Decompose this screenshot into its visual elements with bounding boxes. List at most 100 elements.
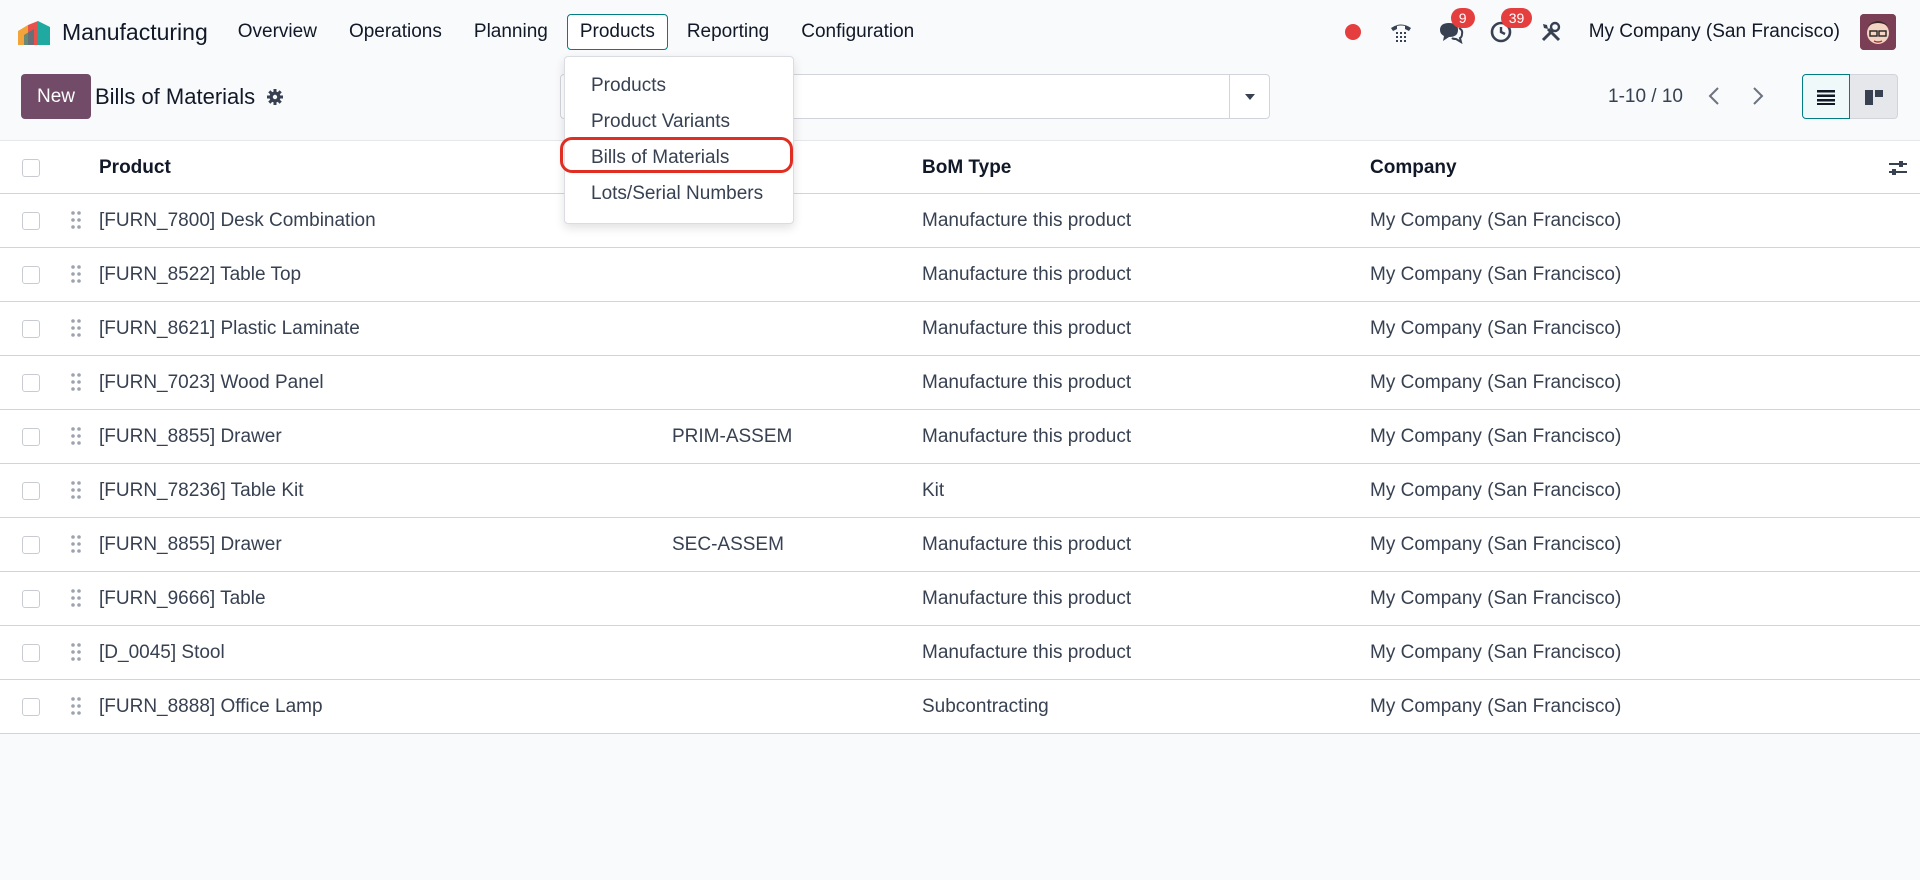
drag-handle-icon[interactable]	[70, 696, 82, 716]
chevron-left-icon	[1708, 87, 1719, 105]
messages-badge: 9	[1450, 8, 1475, 28]
table-row[interactable]: [FURN_8888] Office Lamp Subcontracting My …	[0, 680, 1920, 734]
company-switcher[interactable]: My Company (San Francisco)	[1589, 21, 1840, 43]
bom-list-table: Product BoM Type Company [FURN_7800] Des…	[0, 140, 1920, 734]
row-checkbox[interactable]	[22, 482, 40, 500]
control-panel: New Bills of Materials 1-10 / 10	[0, 64, 1920, 140]
row-checkbox[interactable]	[22, 212, 40, 230]
pager-next[interactable]	[1744, 82, 1772, 110]
cell-bom-type: Manufacture this product	[922, 372, 1132, 393]
cell-bom-type: Manufacture this product	[922, 210, 1132, 231]
cell-bom-type: Manufacture this product	[922, 534, 1132, 555]
row-checkbox[interactable]	[22, 536, 40, 554]
drag-handle-icon[interactable]	[70, 210, 82, 230]
cell-product: [FURN_8888] Office Lamp	[99, 696, 323, 717]
drag-handle-icon[interactable]	[70, 372, 82, 392]
manufacturing-logo-icon	[18, 21, 50, 45]
row-checkbox[interactable]	[22, 320, 40, 338]
app-brand[interactable]: Manufacturing	[16, 17, 208, 47]
cell-product: [FURN_8522] Table Top	[99, 264, 302, 285]
highlight-annotation	[560, 137, 793, 173]
drag-handle-icon[interactable]	[70, 426, 82, 446]
cell-bom-type: Manufacture this product	[922, 264, 1132, 285]
column-header-company[interactable]: Company	[1370, 157, 1457, 179]
cell-reference: PRIM-ASSEM	[672, 426, 793, 447]
menu-products[interactable]: Products	[566, 14, 668, 50]
cell-product: [FURN_8855] Drawer	[99, 426, 282, 447]
cell-bom-type: Subcontracting	[922, 696, 1049, 717]
table-row[interactable]: [FURN_8621] Plastic Laminate Manufacture …	[0, 302, 1920, 356]
kanban-view-button[interactable]	[1850, 74, 1898, 119]
dropdown-item-products[interactable]: Products	[591, 75, 666, 97]
table-header: Product BoM Type Company	[0, 140, 1920, 194]
cell-company: My Company (San Francisco)	[1370, 264, 1622, 285]
menu-operations[interactable]: Operations	[336, 14, 455, 50]
new-button[interactable]: New	[21, 74, 91, 119]
column-header-bom-type[interactable]: BoM Type	[922, 157, 1011, 179]
navbar-systray: 9 39 My Company (San Francisco)	[1344, 0, 1920, 64]
main-menu: Overview Operations Planning Products Re…	[222, 14, 931, 50]
table-row[interactable]: [FURN_7800] Desk Combination Manufacture …	[0, 194, 1920, 248]
cell-company: My Company (San Francisco)	[1370, 534, 1622, 555]
record-dot-icon[interactable]	[1344, 24, 1361, 40]
clock-icon[interactable]: 39	[1485, 8, 1533, 48]
row-checkbox[interactable]	[22, 644, 40, 662]
menu-planning[interactable]: Planning	[461, 14, 561, 50]
pager-previous[interactable]	[1700, 82, 1728, 110]
row-checkbox[interactable]	[22, 590, 40, 608]
menu-reporting[interactable]: Reporting	[674, 14, 782, 50]
column-header-product[interactable]: Product	[99, 157, 171, 179]
cell-bom-type: Manufacture this product	[922, 642, 1132, 663]
cell-product: [FURN_8621] Plastic Laminate	[99, 318, 360, 339]
table-row[interactable]: [FURN_8855] Drawer SEC-ASSEM Manufacture t…	[0, 518, 1920, 572]
row-checkbox[interactable]	[22, 266, 40, 284]
drag-handle-icon[interactable]	[70, 480, 82, 500]
menu-configuration[interactable]: Configuration	[788, 14, 927, 50]
page-title: Bills of Materials	[95, 84, 256, 109]
drag-handle-icon[interactable]	[70, 534, 82, 554]
list-view-button[interactable]	[1802, 74, 1850, 119]
drag-handle-icon[interactable]	[70, 318, 82, 338]
cell-company: My Company (San Francisco)	[1370, 210, 1622, 231]
cell-company: My Company (San Francisco)	[1370, 642, 1622, 663]
avatar[interactable]	[1860, 14, 1896, 50]
gear-icon[interactable]	[266, 88, 284, 106]
drag-handle-icon[interactable]	[70, 588, 82, 608]
menu-overview[interactable]: Overview	[225, 14, 330, 50]
table-row[interactable]: [D_0045] Stool Manufacture this product My…	[0, 626, 1920, 680]
pager-value[interactable]: 1-10 / 10	[1608, 86, 1683, 108]
column-settings-icon[interactable]	[1888, 159, 1908, 177]
dropdown-item-lots-serial-numbers[interactable]: Lots/Serial Numbers	[591, 183, 763, 205]
list-view-icon	[1817, 89, 1835, 105]
cell-company: My Company (San Francisco)	[1370, 426, 1622, 447]
select-all-checkbox[interactable]	[22, 159, 40, 177]
cell-company: My Company (San Francisco)	[1370, 588, 1622, 609]
tools-glyph-icon	[1541, 21, 1560, 42]
chat-icon[interactable]: 9	[1435, 8, 1475, 48]
cell-bom-type: Manufacture this product	[922, 318, 1132, 339]
table-row[interactable]: [FURN_9666] Table Manufacture this produc…	[0, 572, 1920, 626]
drag-handle-icon[interactable]	[70, 642, 82, 662]
table-row[interactable]: [FURN_8855] Drawer PRIM-ASSEM Manufacture …	[0, 410, 1920, 464]
search-options-toggle[interactable]	[1229, 75, 1269, 118]
row-checkbox[interactable]	[22, 428, 40, 446]
cell-bom-type: Manufacture this product	[922, 588, 1132, 609]
drag-handle-icon[interactable]	[70, 264, 82, 284]
tools-icon[interactable]	[1535, 16, 1567, 48]
app-name: Manufacturing	[62, 18, 208, 45]
dropdown-item-product-variants[interactable]: Product Variants	[591, 111, 730, 133]
cell-company: My Company (San Francisco)	[1370, 372, 1622, 393]
user-avatar-icon	[1860, 14, 1896, 50]
cell-reference: SEC-ASSEM	[672, 534, 784, 555]
cell-product: [FURN_78236] Table Kit	[99, 480, 304, 501]
table-row[interactable]: [FURN_78236] Table Kit Kit My Company (San…	[0, 464, 1920, 518]
top-navbar: Manufacturing Overview Operations Planni…	[0, 0, 1920, 64]
table-row[interactable]: [FURN_7023] Wood Panel Manufacture this p…	[0, 356, 1920, 410]
row-checkbox[interactable]	[22, 698, 40, 716]
table-row[interactable]: [FURN_8522] Table Top Manufacture this pr…	[0, 248, 1920, 302]
phone-icon[interactable]	[1385, 16, 1417, 48]
row-checkbox[interactable]	[22, 374, 40, 392]
cell-product: [FURN_7800] Desk Combination	[99, 210, 376, 231]
cell-product: [FURN_8855] Drawer	[99, 534, 282, 555]
cell-product: [D_0045] Stool	[99, 642, 225, 663]
